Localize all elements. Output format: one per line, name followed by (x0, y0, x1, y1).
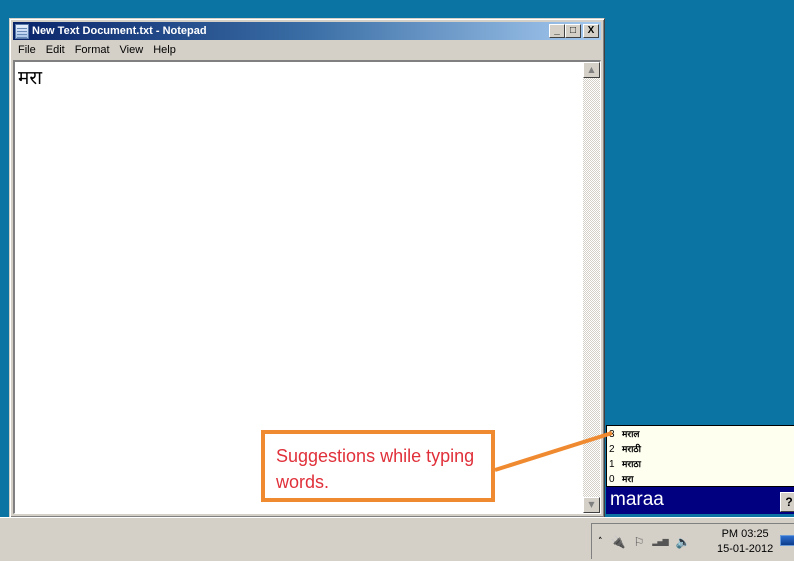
suggestion-word: मराठी (622, 445, 641, 455)
show-hidden-icons-icon[interactable]: ˄ (598, 537, 603, 547)
title-bar[interactable]: New Text Document.txt - Notepad _ □ X (13, 22, 601, 40)
network-signal-icon[interactable]: ▂▄▆ (652, 537, 669, 546)
system-tray: ˄ 🔌 ⚐ ▂▄▆ 🔈 PM 03:25 15-01-2012 (591, 523, 794, 559)
editor-content[interactable]: मरा (18, 64, 42, 90)
suggestion-word: मराल (622, 430, 640, 440)
menu-edit[interactable]: Edit (41, 44, 70, 56)
menu-view[interactable]: View (115, 44, 149, 56)
ime-panel: 3 मराल 2 मराठी 1 मराठा 0 मरा maraa ? (606, 425, 794, 517)
clock-date: 15-01-2012 (717, 543, 774, 555)
minimize-button[interactable]: _ (549, 24, 565, 38)
suggestion-item[interactable]: 3 मराल (609, 427, 793, 442)
suggestion-index: 3 (609, 429, 615, 440)
taskbar: ˄ 🔌 ⚐ ▂▄▆ 🔈 PM 03:25 15-01-2012 (0, 517, 794, 561)
menu-bar: File Edit Format View Help (13, 41, 601, 59)
suggestion-item[interactable]: 2 मराठी (609, 442, 793, 457)
suggestion-index: 0 (609, 474, 615, 485)
annotation-callout: Suggestions while typing words. (261, 430, 495, 502)
maximize-button[interactable]: □ (565, 24, 581, 38)
power-icon[interactable]: 🔌 (611, 535, 626, 549)
menu-file[interactable]: File (13, 44, 41, 56)
window-controls: _ □ X (549, 24, 599, 38)
ime-composition-bar: maraa ? (606, 487, 794, 514)
menu-format[interactable]: Format (70, 44, 115, 56)
close-button[interactable]: X (583, 24, 599, 38)
help-button[interactable]: ? (780, 492, 794, 512)
notepad-app-icon[interactable] (15, 23, 29, 39)
action-center-flag-icon[interactable]: ⚐ (633, 535, 644, 549)
clock[interactable]: PM 03:25 15-01-2012 (717, 527, 773, 557)
volume-icon[interactable]: 🔈 (676, 535, 691, 549)
suggestion-item[interactable]: 1 मराठा (609, 457, 793, 472)
suggestion-index: 1 (609, 459, 615, 470)
suggestion-list: 3 मराल 2 मराठी 1 मराठा 0 मरा (606, 425, 794, 487)
scroll-down-button[interactable]: ▼ (583, 497, 600, 513)
vertical-scrollbar[interactable]: ▲ ▼ (583, 62, 600, 513)
clock-time: PM 03:25 (721, 528, 769, 540)
show-desktop-button[interactable] (780, 535, 794, 546)
suggestion-index: 2 (609, 444, 615, 455)
scroll-up-button[interactable]: ▲ (583, 62, 600, 78)
suggestion-word: मराठा (622, 460, 641, 470)
window-title: New Text Document.txt - Notepad (32, 25, 207, 37)
callout-text: Suggestions while typing words. (276, 446, 475, 492)
suggestion-item[interactable]: 0 मरा (609, 472, 793, 487)
suggestion-word: मरा (622, 475, 634, 485)
ime-input-text: maraa (610, 489, 664, 510)
menu-help[interactable]: Help (148, 44, 181, 56)
